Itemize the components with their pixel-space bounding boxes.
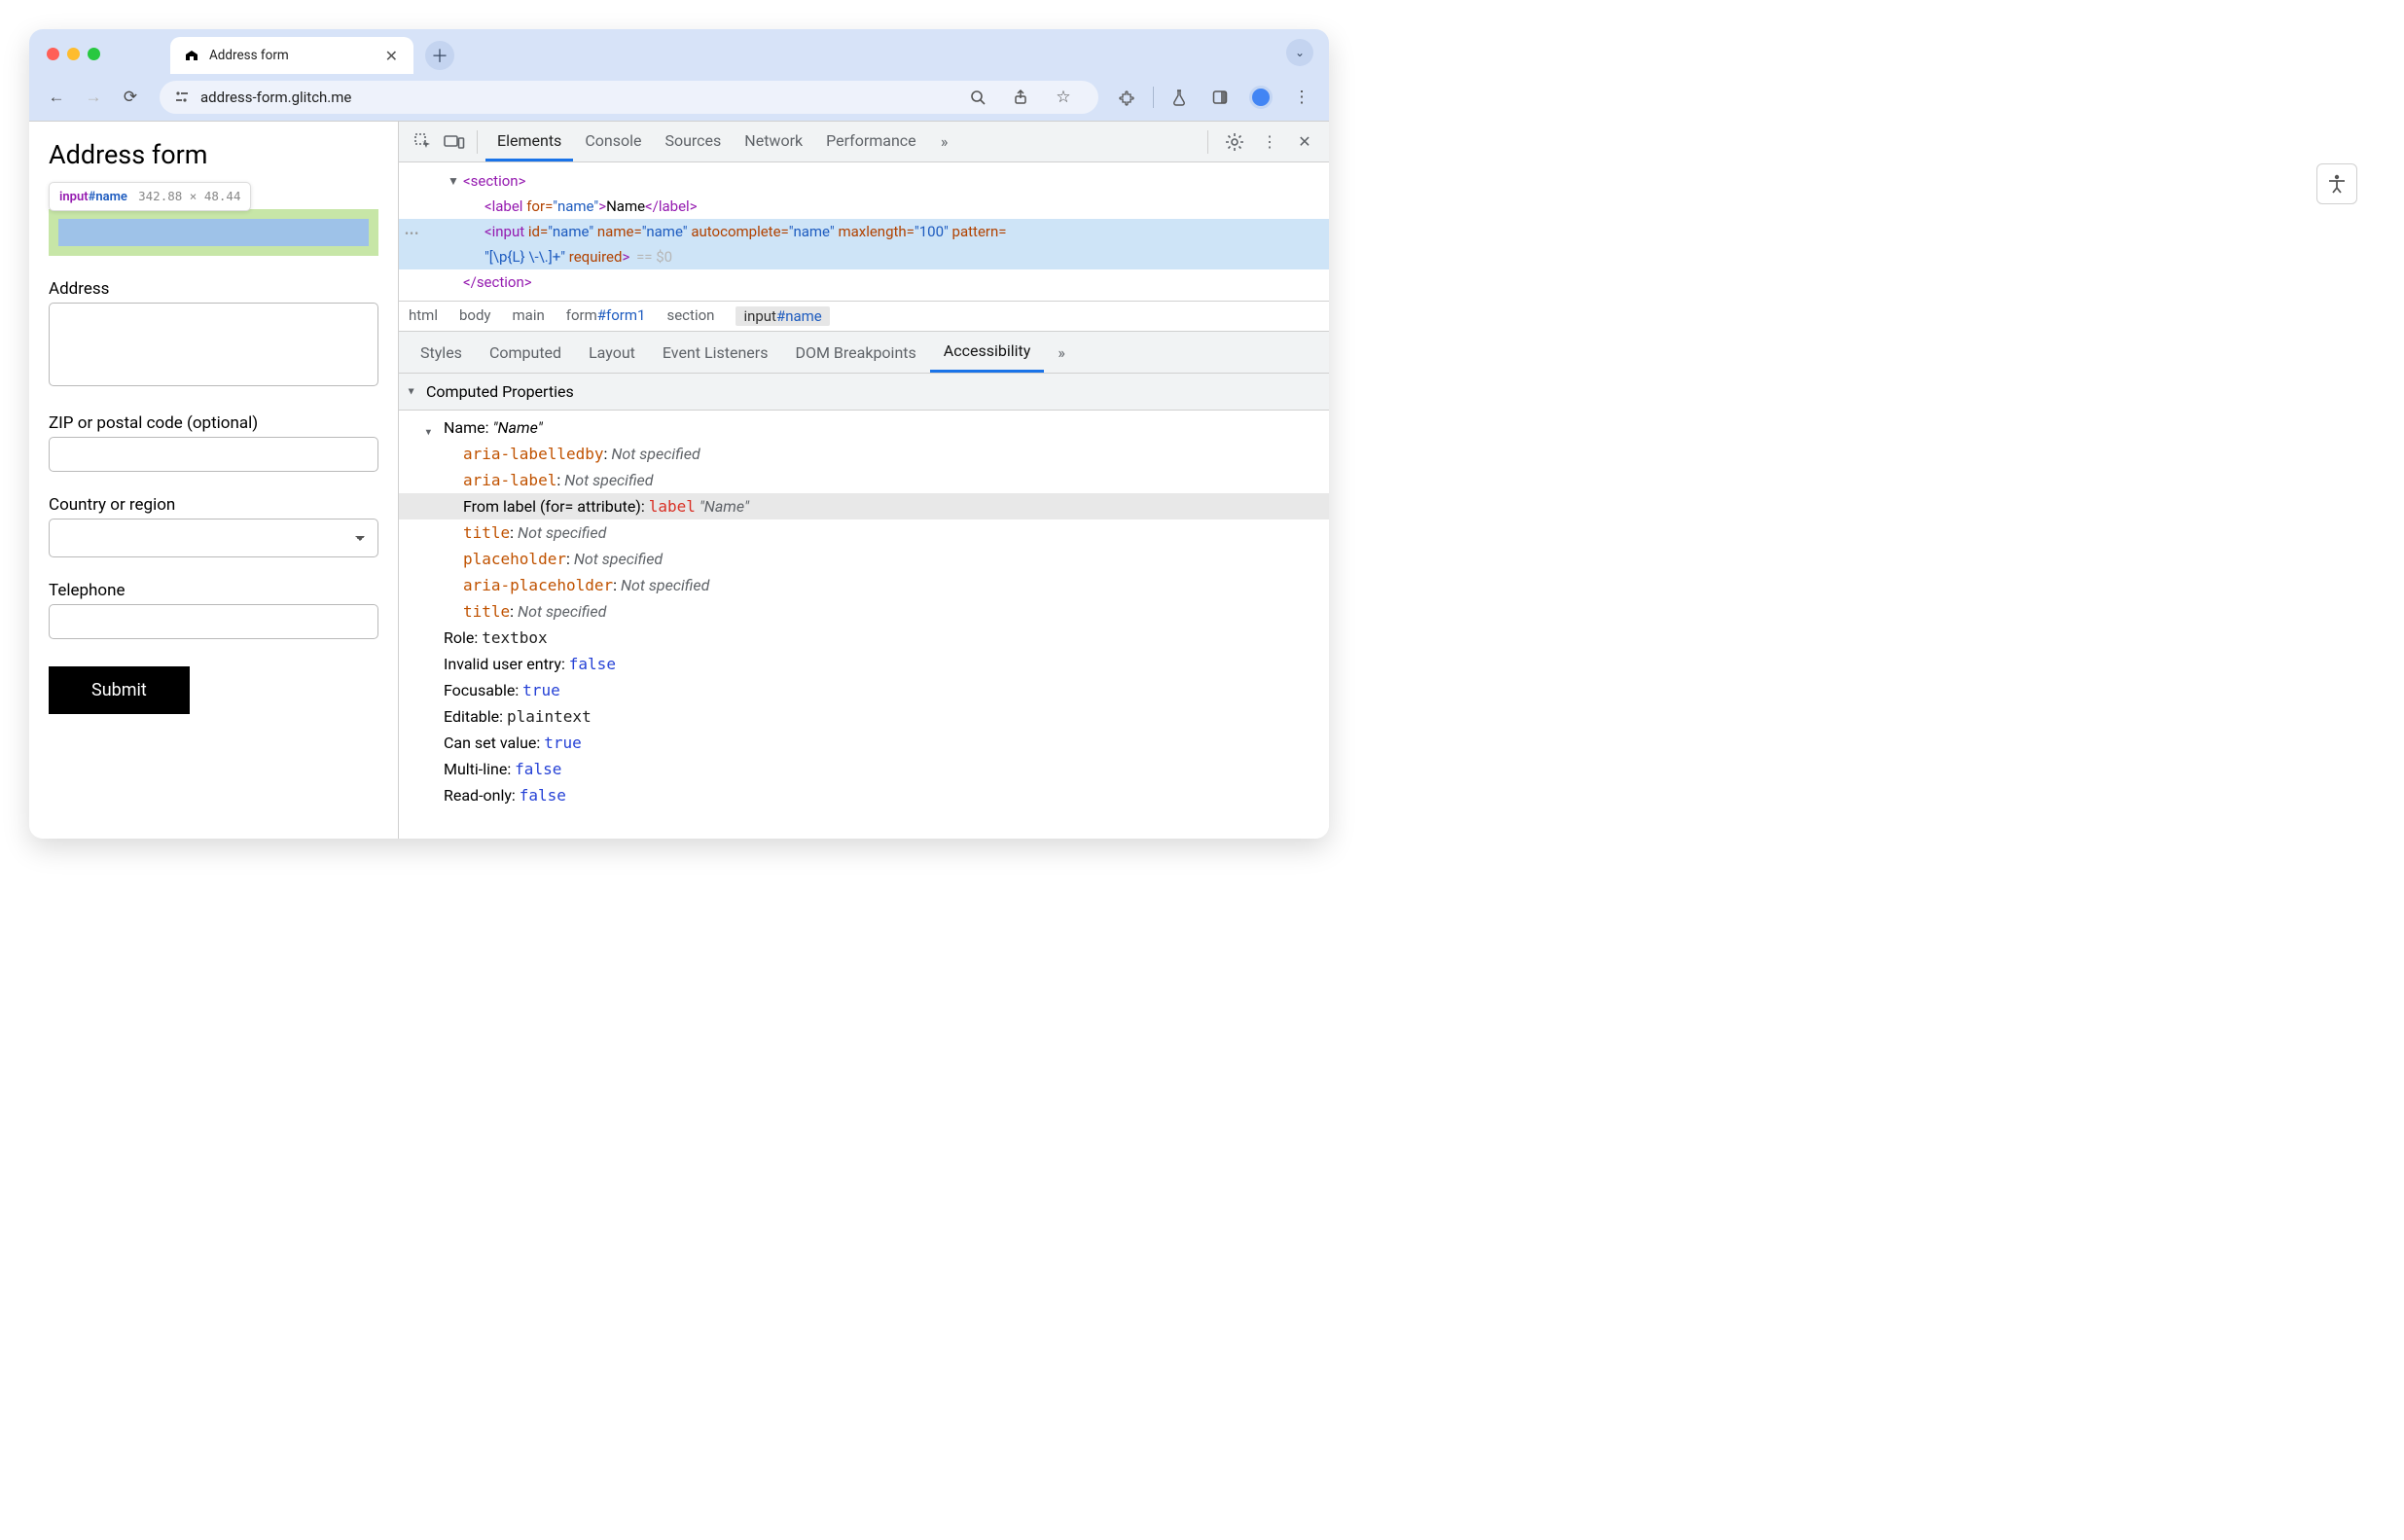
- element-hover-tooltip: input#name 342.88 × 48.44: [49, 182, 251, 211]
- share-icon[interactable]: [1005, 82, 1036, 113]
- separator: [1153, 87, 1154, 108]
- window-controls: [47, 48, 100, 60]
- subtab-dom-breakpoints[interactable]: DOM Breakpoints: [781, 334, 929, 372]
- browser-tab[interactable]: Address form ✕: [170, 37, 413, 74]
- devtools-tab-elements[interactable]: Elements: [485, 123, 573, 161]
- country-label: Country or region: [49, 495, 378, 515]
- dom-eq-dollar0: == $0: [636, 248, 672, 266]
- devtools-tab-sources[interactable]: Sources: [653, 123, 733, 161]
- acc-property-row: Read-only: false: [426, 782, 1329, 808]
- devtools-tab-network[interactable]: Network: [733, 123, 814, 161]
- extensions-icon[interactable]: [1112, 82, 1143, 113]
- crumb-form-form1[interactable]: form#form1: [566, 306, 646, 326]
- browser-menu-icon[interactable]: ⋮: [1286, 82, 1317, 113]
- crumb-html[interactable]: html: [409, 306, 438, 326]
- address-bar[interactable]: address-form.glitch.me ☆: [160, 81, 1098, 114]
- labs-flask-icon[interactable]: [1164, 82, 1195, 113]
- address-bar-text: address-form.glitch.me: [200, 89, 351, 106]
- address-textarea[interactable]: [49, 303, 378, 386]
- acc-property-row: Multi-line: false: [426, 756, 1329, 782]
- subtab-accessibility[interactable]: Accessibility: [930, 332, 1045, 373]
- telephone-label: Telephone: [49, 581, 378, 600]
- acc-source-row: aria-placeholder: Not specified: [426, 572, 1329, 598]
- zip-label: ZIP or postal code (optional): [49, 413, 378, 433]
- acc-name-row: Name: "Name": [426, 414, 1329, 441]
- profile-avatar[interactable]: [1245, 82, 1276, 113]
- devtools-tab-console[interactable]: Console: [573, 123, 653, 161]
- new-tab-button[interactable]: ＋: [425, 41, 454, 70]
- subtab-styles[interactable]: Styles: [407, 334, 476, 372]
- site-controls-icon[interactable]: [173, 89, 191, 106]
- crumb-input-name[interactable]: input#name: [736, 306, 829, 326]
- close-window-button[interactable]: [47, 48, 59, 60]
- acc-property-row: Editable: plaintext: [426, 703, 1329, 730]
- tooltip-id: #name: [89, 190, 127, 204]
- devtools-tab-performance[interactable]: Performance: [814, 123, 928, 161]
- country-select[interactable]: [49, 519, 378, 557]
- acc-source-row: From label (for= attribute): label "Name…: [399, 493, 1329, 519]
- zoom-icon[interactable]: [962, 82, 993, 113]
- zip-input[interactable]: [49, 437, 378, 472]
- dom-section-close: </section>: [463, 273, 532, 291]
- tab-strip: Address form ✕ ＋ ⌄: [29, 29, 1329, 74]
- computed-properties-header[interactable]: Computed Properties: [399, 374, 1329, 411]
- page-title: Address form: [49, 139, 378, 170]
- page-pane: Address form input#name 342.88 × 48.44 A…: [29, 122, 399, 839]
- browser-toolbar: ← → ⟳ address-form.glitch.me ☆ ⋮: [29, 74, 1329, 121]
- devtools-menu-icon[interactable]: ⋮: [1255, 127, 1284, 157]
- acc-source-row: aria-labelledby: Not specified: [426, 441, 1329, 467]
- inspect-element-icon[interactable]: [409, 127, 438, 157]
- acc-property-row: Role: textbox: [426, 625, 1329, 651]
- minimize-window-button[interactable]: [67, 48, 80, 60]
- device-toolbar-icon[interactable]: [440, 127, 469, 157]
- crumb-main[interactable]: main: [513, 306, 545, 326]
- devtools-settings-icon[interactable]: [1220, 127, 1249, 157]
- maximize-window-button[interactable]: [88, 48, 100, 60]
- acc-source-row: title: Not specified: [426, 519, 1329, 546]
- devtools-toolbar: ElementsConsoleSourcesNetworkPerformance…: [399, 122, 1329, 162]
- acc-property-row: Focusable: true: [426, 677, 1329, 703]
- bookmark-star-icon[interactable]: ☆: [1048, 82, 1079, 113]
- browser-window: Address form ✕ ＋ ⌄ ← → ⟳ address-form.gl…: [29, 29, 1329, 839]
- tooltip-tag: input: [59, 190, 89, 204]
- accessibility-panel: Computed Properties Name: "Name" aria-la…: [399, 374, 1329, 839]
- telephone-input[interactable]: [49, 604, 378, 639]
- devtools-subtabs: StylesComputedLayoutEvent ListenersDOM B…: [399, 332, 1329, 374]
- tab-title: Address form: [209, 48, 374, 63]
- acc-source-row: placeholder: Not specified: [426, 546, 1329, 572]
- submit-button[interactable]: Submit: [49, 666, 190, 714]
- acc-property-row: Invalid user entry: false: [426, 651, 1329, 677]
- acc-source-row: aria-label: Not specified: [426, 467, 1329, 493]
- devtools-more-tabs-icon[interactable]: »: [930, 127, 959, 157]
- nav-back-button[interactable]: ←: [41, 82, 72, 113]
- acc-property-row: Can set value: true: [426, 730, 1329, 756]
- tab-close-button[interactable]: ✕: [383, 47, 400, 65]
- devtools-tabs: ElementsConsoleSourcesNetworkPerformance: [485, 123, 928, 161]
- browser-right-actions: ⋮: [1112, 82, 1317, 113]
- reload-button[interactable]: ⟳: [115, 82, 146, 113]
- devtools-pane: ElementsConsoleSourcesNetworkPerformance…: [399, 122, 1329, 839]
- dom-tree[interactable]: ▼ <section> <label for="name">Name</labe…: [399, 162, 1329, 301]
- tabs-overflow-button[interactable]: ⌄: [1286, 39, 1313, 66]
- side-panel-icon[interactable]: [1204, 82, 1236, 113]
- dom-breadcrumbs: html body main form#form1 section input#name: [399, 301, 1329, 332]
- crumb-section[interactable]: section: [666, 306, 714, 326]
- tab-favicon-icon: [184, 48, 199, 63]
- dom-section-open: <section>: [463, 172, 525, 190]
- dom-selected-node[interactable]: ••• <input id="name" name="name" autocom…: [399, 219, 1329, 269]
- address-label: Address: [49, 279, 378, 299]
- subtab-event-listeners[interactable]: Event Listeners: [649, 334, 782, 372]
- address-bar-actions: ☆: [962, 82, 1079, 113]
- devtools-close-icon[interactable]: ✕: [1290, 127, 1319, 157]
- subtab-layout[interactable]: Layout: [575, 334, 649, 372]
- name-input-highlight[interactable]: [58, 219, 369, 246]
- crumb-body[interactable]: body: [459, 306, 491, 326]
- tooltip-dimensions: 342.88 × 48.44: [138, 189, 240, 203]
- subtabs-overflow-icon[interactable]: »: [1044, 334, 1079, 372]
- subtab-computed[interactable]: Computed: [476, 334, 575, 372]
- highlighted-name-field: [49, 209, 378, 256]
- acc-source-row: title: Not specified: [426, 598, 1329, 625]
- nav-forward-button[interactable]: →: [78, 82, 109, 113]
- content-area: Address form input#name 342.88 × 48.44 A…: [29, 121, 1329, 839]
